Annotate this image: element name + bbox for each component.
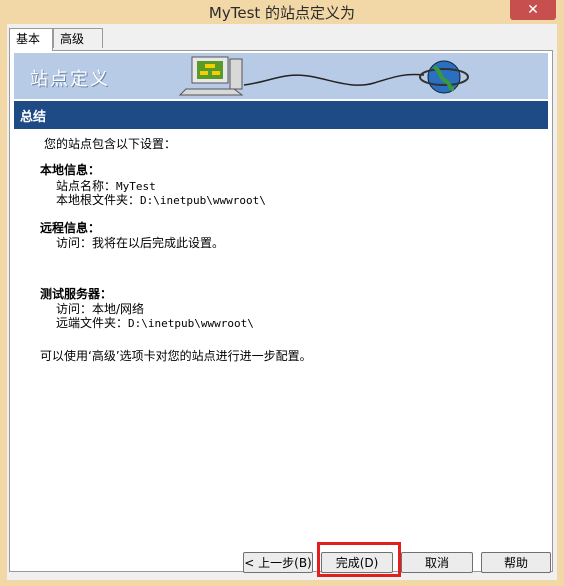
local-info-heading: 本地信息： [40,163,101,177]
tab-panel: 站点定义 总结 您的站点包含以下设置： 本地信息： 站点名称：MyTest 本地… [9,50,553,572]
help-button[interactable]: 帮助 [481,552,551,573]
header-banner: 站点定义 [14,53,548,99]
local-root-label: 本地根文件夹： [56,193,141,207]
dialog-window: MyTest 的站点定义为 ✕ 基本 高级 站点定义 总结 您的站点包含以下设置… [0,0,564,586]
remote-folder-value: D:\inetpub\wwwroot\ [128,317,254,330]
finish-highlight-box [317,542,401,577]
summary-intro: 您的站点包含以下设置： [44,137,177,151]
title-bar: MyTest 的站点定义为 ✕ [0,0,564,24]
cable-line [243,73,425,86]
close-button[interactable]: ✕ [510,0,556,20]
dialog-client: 基本 高级 站点定义 总结 您的站点包含以下设置： 本地信息： 站点名称：MyT… [7,24,557,580]
computer-icon [178,56,244,96]
globe-icon [419,60,469,94]
section-header: 总结 [14,101,548,129]
remote-folder-row: 远端文件夹：D:\inetpub\wwwroot\ [56,314,254,331]
remote-folder-label: 远端文件夹： [56,316,129,330]
window-title: MyTest 的站点定义为 [208,4,356,22]
remote-access: 访问：我将在以后完成此设置。 [56,236,225,250]
section-title: 总结 [20,110,47,125]
summary-footer: 可以使用‘高级’选项卡对您的站点进行进一步配置。 [40,349,312,363]
local-root-row: 本地根文件夹：D:\inetpub\wwwroot\ [56,191,266,208]
cancel-button[interactable]: 取消 [401,552,473,573]
network-illustration [178,56,469,96]
local-root-value: D:\inetpub\wwwroot\ [140,194,266,207]
back-button[interactable]: < 上一步(B) [243,552,313,573]
tab-advanced[interactable]: 高级 [53,28,103,48]
tab-basic[interactable]: 基本 [9,28,53,51]
